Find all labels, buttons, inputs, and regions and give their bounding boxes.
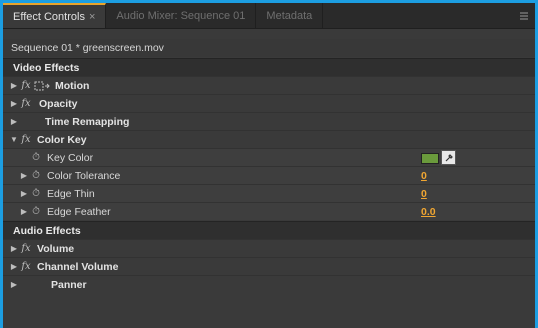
effect-row-color-key[interactable]: ▼ fx Color Key (3, 130, 535, 148)
source-clip-label: Sequence 01 * greenscreen.mov (11, 42, 164, 54)
param-row-edge-feather[interactable]: ▶ ⏱ Edge Feather 0.0 (3, 202, 535, 220)
toolbar-strip (3, 29, 535, 39)
expand-triangle-icon[interactable]: ▶ (9, 117, 19, 126)
param-value[interactable]: 0 (421, 188, 427, 200)
expand-triangle-icon[interactable]: ▶ (19, 189, 29, 198)
expand-triangle-icon[interactable]: ▶ (9, 81, 19, 90)
tab-label: Metadata (266, 9, 313, 22)
stopwatch-icon[interactable]: ⏱ (29, 188, 43, 199)
expand-triangle-icon[interactable]: ▶ (19, 207, 29, 216)
effect-row-panner[interactable]: ▶ Panner (3, 275, 535, 293)
param-row-key-color[interactable]: ⏱ Key Color (3, 148, 535, 166)
fx-toggle-icon[interactable]: fx (19, 243, 33, 254)
effect-row-opacity[interactable]: ▶ fx Opacity (3, 94, 535, 112)
effect-row-channel-volume[interactable]: ▶ fx Channel Volume (3, 257, 535, 275)
fx-toggle-icon[interactable]: fx (19, 134, 33, 145)
effect-name: Motion (55, 79, 90, 92)
tab-effect-controls[interactable]: Effect Controls × (3, 3, 107, 28)
param-name: Edge Feather (47, 205, 111, 218)
effect-row-motion[interactable]: ▶ fx Motion (3, 76, 535, 94)
expand-triangle-icon[interactable]: ▶ (19, 171, 29, 180)
param-row-color-tolerance[interactable]: ▶ ⏱ Color Tolerance 0 (3, 166, 535, 184)
color-swatch[interactable] (421, 153, 439, 164)
source-clip-row[interactable]: Sequence 01 * greenscreen.mov (3, 39, 535, 57)
effect-name: Volume (37, 242, 75, 255)
transform-icon[interactable] (33, 81, 51, 91)
section-label: Audio Effects (13, 224, 81, 237)
empty-panel-area (3, 297, 535, 328)
expand-triangle-icon[interactable]: ▶ (9, 262, 19, 271)
tab-metadata[interactable]: Metadata (256, 3, 324, 28)
close-icon[interactable]: × (89, 11, 95, 23)
fx-toggle-icon[interactable]: fx (19, 261, 33, 272)
effect-name: Time Remapping (45, 115, 130, 128)
panel-tab-bar: Effect Controls × Audio Mixer: Sequence … (3, 3, 535, 29)
effect-name: Color Key (37, 133, 87, 146)
section-label: Video Effects (13, 61, 80, 74)
effect-name: Opacity (39, 97, 78, 110)
collapse-triangle-icon[interactable]: ▼ (9, 135, 19, 144)
fx-toggle-icon[interactable]: fx (19, 98, 33, 109)
effect-name: Panner (51, 278, 87, 291)
expand-triangle-icon[interactable]: ▶ (9, 244, 19, 253)
stopwatch-icon[interactable]: ⏱ (29, 152, 43, 163)
stopwatch-icon[interactable]: ⏱ (29, 170, 43, 181)
effect-row-time-remapping[interactable]: ▶ Time Remapping (3, 112, 535, 130)
expand-triangle-icon[interactable]: ▶ (9, 280, 19, 289)
fx-toggle-icon[interactable]: fx (19, 80, 33, 91)
stopwatch-icon[interactable]: ⏱ (29, 206, 43, 217)
tab-label: Audio Mixer: Sequence 01 (116, 9, 246, 22)
tab-label: Effect Controls (13, 10, 85, 23)
param-name: Key Color (47, 151, 94, 164)
param-value[interactable]: 0 (421, 170, 427, 182)
effect-row-volume[interactable]: ▶ fx Volume (3, 239, 535, 257)
param-name: Color Tolerance (47, 169, 121, 182)
panel-menu-icon[interactable] (513, 3, 535, 28)
param-row-edge-thin[interactable]: ▶ ⏱ Edge Thin 0 (3, 184, 535, 202)
expand-triangle-icon[interactable]: ▶ (9, 99, 19, 108)
param-name: Edge Thin (47, 187, 95, 200)
eyedropper-icon[interactable] (441, 150, 456, 165)
audio-effects-header: Audio Effects (3, 221, 535, 239)
tab-audio-mixer[interactable]: Audio Mixer: Sequence 01 (106, 3, 257, 28)
video-effects-header: Video Effects (3, 58, 535, 76)
effect-name: Channel Volume (37, 260, 119, 273)
param-value[interactable]: 0.0 (421, 206, 436, 218)
